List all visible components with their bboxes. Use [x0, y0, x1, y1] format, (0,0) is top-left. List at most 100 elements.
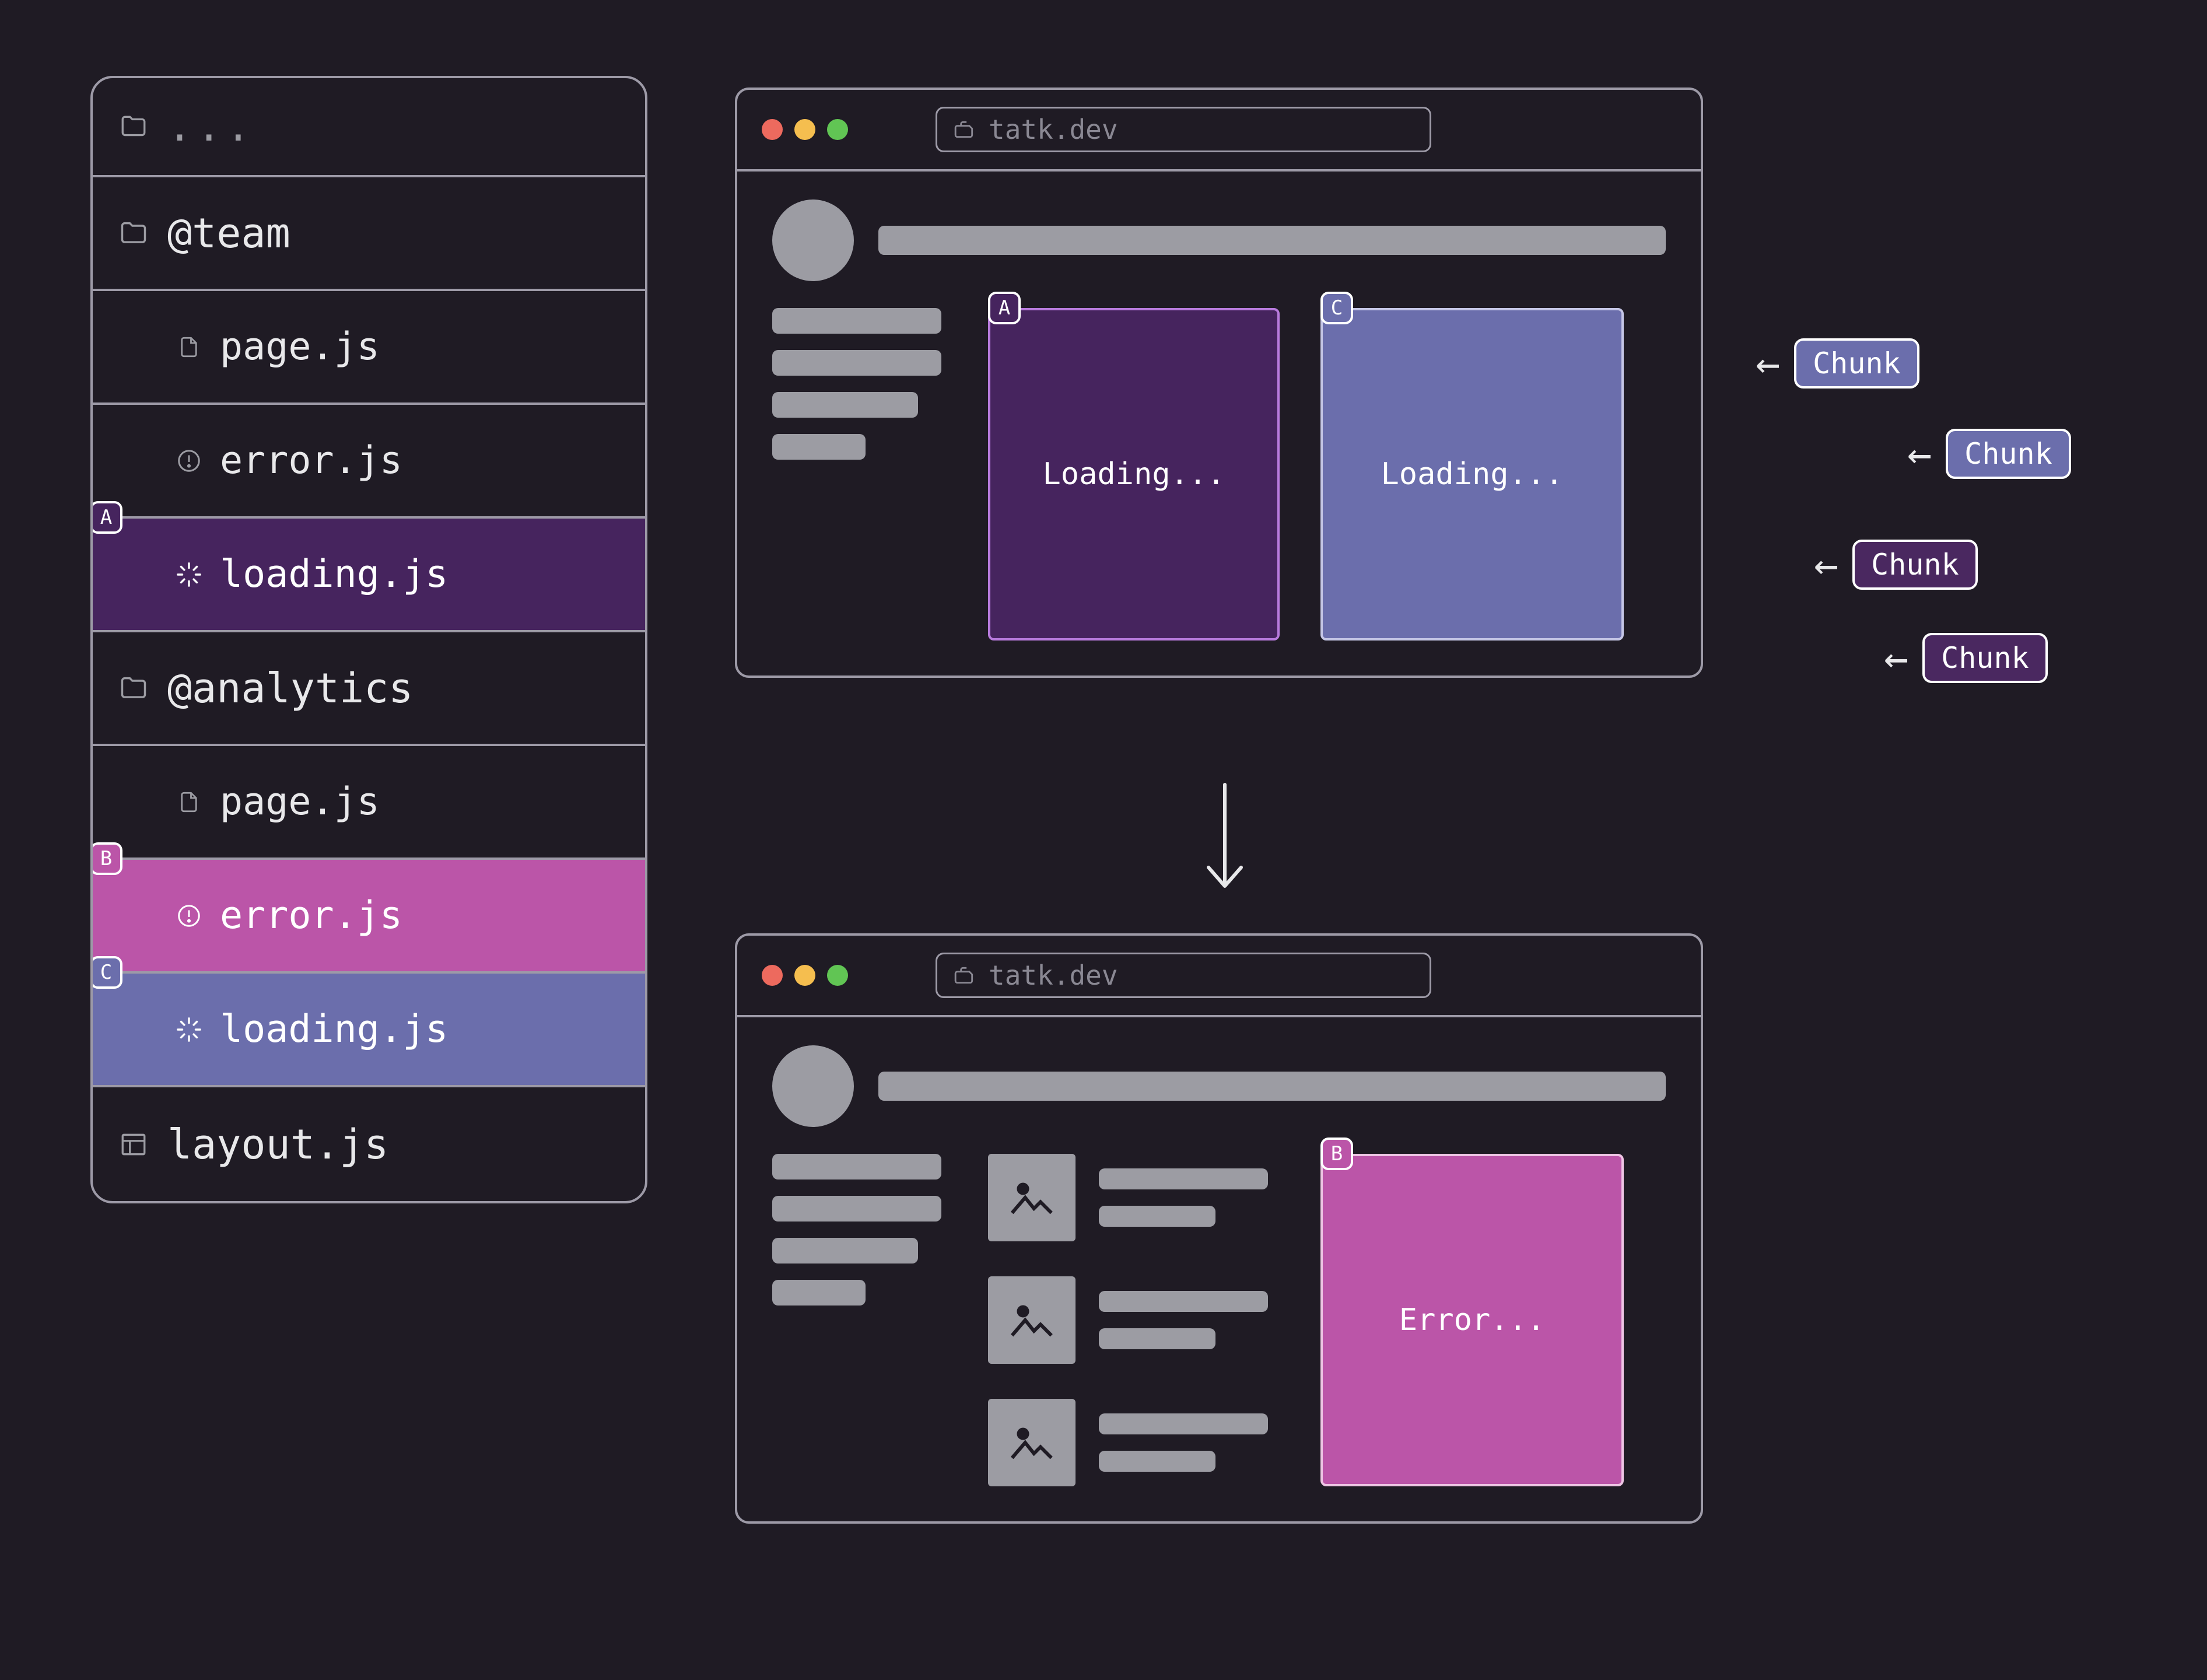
- close-icon[interactable]: [762, 965, 783, 986]
- arrow-down-icon: [1201, 776, 1248, 898]
- page-sidebar-skeleton: [772, 1154, 947, 1486]
- skeleton-line: [772, 308, 941, 334]
- maximize-icon[interactable]: [827, 965, 848, 986]
- page-hero: [772, 1045, 1666, 1127]
- avatar-placeholder: [772, 1045, 854, 1127]
- badge-a-icon: A: [988, 292, 1021, 324]
- tree-file-loading-team[interactable]: A loading.js: [93, 519, 645, 632]
- title-skeleton: [878, 226, 1666, 255]
- tree-label: error.js: [220, 439, 402, 482]
- title-skeleton: [878, 1072, 1666, 1101]
- chunk-label: Chunk: [1794, 338, 1919, 388]
- address-url: tatk.dev: [989, 960, 1118, 991]
- tree-file-layout[interactable]: layout.js: [93, 1087, 645, 1201]
- skeleton-line: [772, 1238, 918, 1264]
- tree-folder-team[interactable]: @team: [93, 177, 645, 291]
- traffic-lights: [762, 965, 848, 986]
- badge-c-icon: C: [1320, 292, 1353, 324]
- badge-b-icon: B: [90, 842, 122, 875]
- page-sidebar-skeleton: [772, 308, 947, 640]
- skeleton-line: [772, 434, 866, 460]
- tree-label: loading.js: [220, 552, 448, 596]
- chunk-label: Chunk: [1922, 633, 2048, 683]
- chunk-tag-purple-2: ← Chunk: [1884, 633, 2048, 683]
- folder-icon: [116, 218, 151, 249]
- list-item: [988, 1276, 1268, 1364]
- skeleton-line: [772, 350, 941, 376]
- tree-label: error.js: [220, 894, 402, 937]
- arrow-left-icon: ←: [1884, 634, 1908, 682]
- avatar-placeholder: [772, 200, 854, 281]
- tree-root-row: ...: [93, 78, 645, 177]
- loading-card-c: C Loading...: [1320, 308, 1624, 640]
- browser-body-bottom: B Error...: [737, 1017, 1701, 1521]
- file-icon: [174, 333, 204, 361]
- loading-card-a: A Loading...: [988, 308, 1280, 640]
- tree-file-error-analytics[interactable]: B error.js: [93, 860, 645, 974]
- error-icon: [174, 447, 204, 474]
- card-text: Loading...: [1042, 457, 1225, 492]
- tree-file-error-team[interactable]: error.js: [93, 405, 645, 519]
- skeleton-lines: [1099, 1413, 1268, 1472]
- card-text: Loading...: [1381, 457, 1563, 492]
- lock-icon: [954, 964, 976, 986]
- skeleton-line: [772, 1280, 866, 1306]
- chunk-tag-indigo-2: ← Chunk: [1907, 429, 2071, 479]
- file-icon: [174, 788, 204, 816]
- tree-folder-analytics[interactable]: @analytics: [93, 632, 645, 746]
- content-list: [988, 1154, 1268, 1486]
- chunk-tag-purple-1: ← Chunk: [1814, 540, 1978, 590]
- arrow-left-icon: ←: [1907, 430, 1932, 478]
- folder-icon: [116, 673, 151, 704]
- layout-icon: [116, 1130, 151, 1159]
- image-placeholder-icon: [988, 1399, 1076, 1486]
- skeleton-lines: [1099, 1168, 1268, 1227]
- browser-window-loading: tatk.dev A Loading...: [735, 88, 1703, 678]
- tree-label: @team: [167, 209, 290, 257]
- chunk-tag-indigo-1: ← Chunk: [1756, 338, 1919, 388]
- minimize-icon[interactable]: [794, 965, 815, 986]
- folder-icon: [116, 112, 151, 141]
- chunk-label: Chunk: [1852, 540, 1978, 590]
- lock-icon: [954, 118, 976, 141]
- spinner-icon: [174, 561, 204, 588]
- skeleton-line: [772, 1154, 941, 1180]
- skeleton-line: [772, 1196, 941, 1222]
- error-card-b: B Error...: [1320, 1154, 1624, 1486]
- list-item: [988, 1154, 1268, 1241]
- close-icon[interactable]: [762, 119, 783, 140]
- badge-c-icon: C: [90, 956, 122, 989]
- arrow-left-icon: ←: [1814, 541, 1838, 589]
- tree-label: @analytics: [167, 664, 413, 712]
- tree-file-loading-analytics[interactable]: C loading.js: [93, 974, 645, 1087]
- arrow-left-icon: ←: [1756, 340, 1780, 387]
- tree-label: loading.js: [220, 1007, 448, 1051]
- error-icon: [174, 902, 204, 929]
- chunk-label: Chunk: [1946, 429, 2071, 479]
- minimize-icon[interactable]: [794, 119, 815, 140]
- address-bar[interactable]: tatk.dev: [936, 953, 1431, 998]
- diagram-stage: ... @team page.js error.js A loadi: [0, 0, 2207, 1680]
- badge-a-icon: A: [90, 501, 122, 534]
- skeleton-line: [772, 392, 918, 418]
- file-tree-panel: ... @team page.js error.js A loadi: [90, 76, 647, 1203]
- tree-label: layout.js: [167, 1121, 388, 1168]
- browser-chrome: tatk.dev: [737, 936, 1701, 1017]
- list-item: [988, 1399, 1268, 1486]
- browser-window-result: tatk.dev: [735, 933, 1703, 1524]
- tree-root-dots: ...: [167, 103, 255, 150]
- spinner-icon: [174, 1016, 204, 1043]
- tree-label: page.js: [220, 325, 380, 369]
- maximize-icon[interactable]: [827, 119, 848, 140]
- tree-file-page-team[interactable]: page.js: [93, 291, 645, 405]
- badge-b-icon: B: [1320, 1138, 1353, 1170]
- traffic-lights: [762, 119, 848, 140]
- skeleton-lines: [1099, 1291, 1268, 1349]
- page-hero: [772, 200, 1666, 281]
- image-placeholder-icon: [988, 1154, 1076, 1241]
- address-url: tatk.dev: [989, 114, 1118, 145]
- address-bar[interactable]: tatk.dev: [936, 107, 1431, 152]
- browser-chrome: tatk.dev: [737, 90, 1701, 172]
- browser-body-top: A Loading... C Loading...: [737, 172, 1701, 676]
- tree-file-page-analytics[interactable]: page.js: [93, 746, 645, 860]
